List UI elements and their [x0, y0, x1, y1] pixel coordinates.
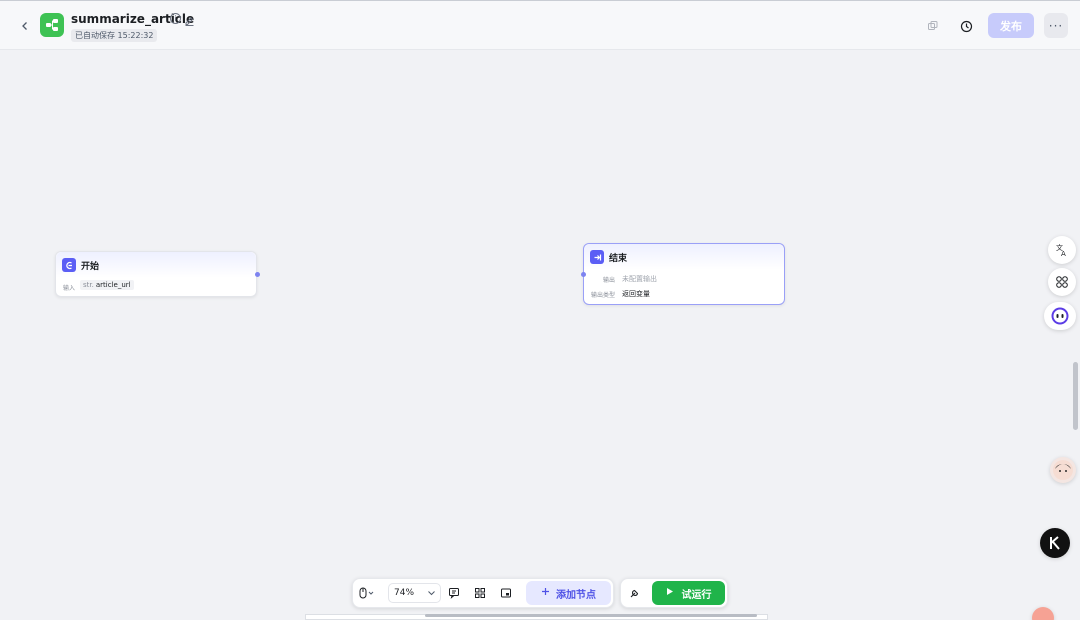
- emoji-avatar-icon[interactable]: [1032, 607, 1054, 620]
- end-node-title: 结束: [609, 254, 628, 264]
- k-app-icon[interactable]: [1040, 528, 1070, 558]
- chevron-down-icon: [427, 584, 436, 609]
- translate-icon[interactable]: 文A: [1048, 236, 1076, 264]
- output-type-label: 输出类型: [591, 292, 616, 299]
- copy-icon[interactable]: [922, 15, 944, 37]
- zoom-value: 74%: [394, 588, 415, 598]
- start-node-icon: [62, 258, 76, 272]
- end-node-icon: [590, 250, 604, 264]
- edit-icon[interactable]: [184, 12, 195, 26]
- assistant-bot-icon[interactable]: [1044, 302, 1076, 330]
- canvas-toolbar: 74% 添加节点: [352, 578, 614, 608]
- start-node-title: 开始: [81, 262, 100, 272]
- vertical-scrollbar[interactable]: [1073, 362, 1078, 430]
- workflow-logo-icon: [40, 13, 64, 37]
- start-output-port[interactable]: [255, 272, 260, 277]
- test-run-label: 试运行: [681, 589, 712, 601]
- run-toolbar: 试运行: [620, 578, 728, 608]
- input-label: 输入: [63, 285, 76, 292]
- svg-text:A: A: [1061, 250, 1066, 257]
- debug-tool-icon[interactable]: [627, 585, 643, 601]
- horizontal-scrollbar[interactable]: [425, 614, 757, 617]
- minimap-icon[interactable]: [498, 585, 514, 601]
- plus-icon: [541, 587, 550, 599]
- variable-name: article_url: [95, 281, 131, 289]
- output-type-value: 返回变量: [622, 290, 650, 298]
- output-value: 未配置输出: [622, 275, 657, 283]
- more-menu-button[interactable]: ···: [1044, 13, 1068, 38]
- output-label: 输出: [603, 277, 616, 284]
- start-node[interactable]: 开始 输入: [55, 251, 257, 297]
- user-avatar[interactable]: [1050, 457, 1076, 483]
- top-bar: summarize_article i 已自动保存 15:22:32 发布 ··…: [0, 0, 1080, 50]
- variable-type: str.: [83, 281, 94, 289]
- publish-button[interactable]: 发布: [988, 13, 1034, 38]
- input-variable-tag: str. article_url: [80, 280, 134, 290]
- test-run-button[interactable]: 试运行: [652, 581, 725, 605]
- apps-grid-icon[interactable]: [1048, 268, 1076, 296]
- layout-icon[interactable]: [472, 585, 488, 601]
- back-icon[interactable]: [16, 17, 34, 35]
- mouse-mode-icon[interactable]: [359, 585, 375, 601]
- play-icon: [666, 587, 674, 599]
- end-node[interactable]: 结束 输出 未配置输出 输出类型 返回变量: [583, 243, 785, 305]
- add-node-button[interactable]: 添加节点: [526, 581, 611, 605]
- comment-icon[interactable]: [446, 585, 462, 601]
- autosave-status: 已自动保存 15:22:32: [71, 29, 158, 42]
- end-input-port[interactable]: [581, 272, 586, 277]
- add-node-label: 添加节点: [556, 589, 596, 601]
- zoom-select[interactable]: 74%: [388, 583, 441, 603]
- history-icon[interactable]: [955, 15, 977, 37]
- info-icon[interactable]: i: [170, 13, 181, 24]
